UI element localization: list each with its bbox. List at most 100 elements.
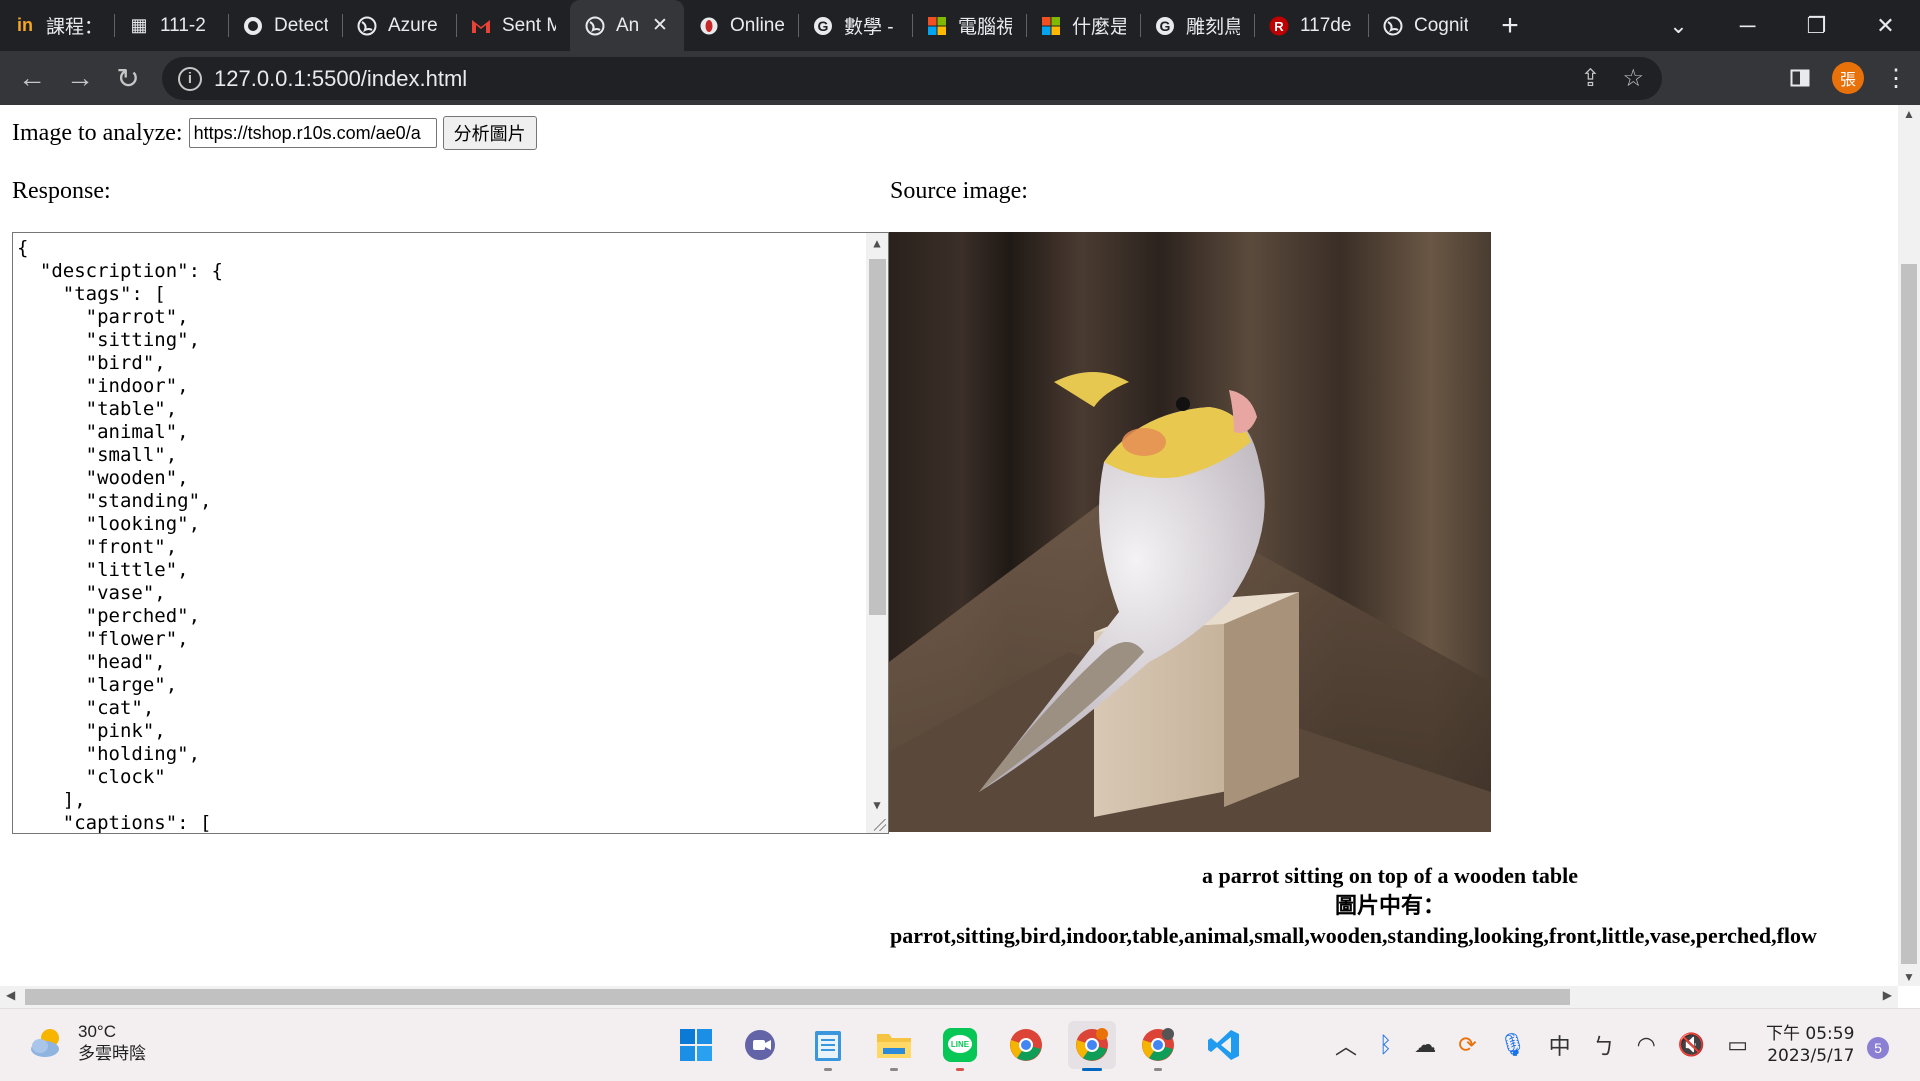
tab-label: Detect [274, 14, 328, 36]
tab-online[interactable]: Online [684, 0, 798, 51]
page-horizontal-scrollbar[interactable]: ◀ ▶ [0, 986, 1898, 1008]
notepad-app[interactable] [804, 1021, 852, 1071]
scroll-right-arrow-icon[interactable]: ▶ [1883, 988, 1892, 1002]
microphone-icon[interactable]: 🎙 [1499, 1033, 1527, 1058]
scroll-up-arrow-icon[interactable]: ▲ [866, 233, 888, 253]
in-logo-icon: in [17, 15, 33, 35]
tab-label: 什麼是 [1072, 17, 1126, 38]
svg-text:R: R [1274, 19, 1284, 34]
window-controls: ⌄ ─ ❐ ✕ [1644, 0, 1920, 51]
weather-description: 多雲時陰 [78, 1044, 146, 1063]
vscode-app[interactable] [1200, 1021, 1248, 1069]
scroll-left-arrow-icon[interactable]: ◀ [6, 988, 15, 1002]
chrome-app[interactable] [1002, 1021, 1050, 1069]
address-bar[interactable]: i 127.0.0.1:5500/index.html ⇪ ☆ [162, 57, 1662, 100]
menu-kebab-icon[interactable]: ⋮ [1872, 51, 1920, 105]
bookmark-star-icon[interactable]: ☆ [1622, 64, 1644, 93]
textarea-scroll-thumb[interactable] [869, 259, 886, 615]
ime-mode-indicator[interactable]: ㄅ [1593, 1029, 1615, 1061]
chrome-app-active[interactable] [1068, 1021, 1116, 1071]
pattern-icon: ▦ [130, 15, 148, 35]
github-icon [242, 15, 264, 37]
side-panel-icon[interactable] [1776, 51, 1824, 105]
tab-carved-bird[interactable]: G 雕刻鳥 [1140, 0, 1254, 51]
notepad-icon [815, 1031, 841, 1061]
sync-icon[interactable]: ⟳ [1458, 1033, 1476, 1058]
google-icon: G [812, 15, 834, 37]
tab-gmail[interactable]: Sent M [456, 0, 570, 51]
image-url-input[interactable] [188, 118, 437, 148]
source-image-label: Source image: [890, 178, 1028, 204]
profile-avatar[interactable]: 張 [1832, 62, 1864, 94]
gmail-icon [470, 15, 492, 37]
scroll-up-arrow-icon[interactable]: ▲ [1898, 107, 1920, 121]
tab-111-2[interactable]: ▦ 111-2 [114, 0, 228, 51]
tab-computer-vision[interactable]: 電腦視 [912, 0, 1026, 51]
tab-label: 111-2 [160, 14, 206, 36]
r-logo-icon: R [1268, 15, 1290, 37]
scroll-down-arrow-icon[interactable]: ▼ [866, 795, 888, 815]
globe-icon [356, 15, 378, 37]
horizontal-scroll-thumb[interactable] [25, 989, 1570, 1005]
forward-arrow-icon[interactable]: → [56, 54, 104, 102]
notification-badge[interactable]: 5 [1867, 1037, 1889, 1059]
tab-what-is[interactable]: 什麼是 [1026, 0, 1140, 51]
tab-117de[interactable]: R 117de [1254, 0, 1368, 51]
textarea-scrollbar[interactable]: ▲ ▼ [866, 233, 888, 833]
new-tab-button[interactable]: + [1482, 0, 1538, 51]
tab-cognitive[interactable]: Cognit [1368, 0, 1482, 51]
minimize-icon[interactable]: ─ [1713, 0, 1782, 51]
muted-speaker-icon[interactable]: 🔇 [1678, 1033, 1705, 1058]
weather-widget[interactable]: 30°C 多雲時陰 [28, 1021, 146, 1065]
page-scroll-thumb[interactable] [1901, 264, 1917, 964]
show-hidden-icons-chevron-icon[interactable]: ︿ [1335, 1029, 1357, 1061]
line-app[interactable]: LINE [936, 1021, 984, 1071]
chrome-icon [1010, 1029, 1042, 1061]
bluetooth-icon[interactable]: ᛒ [1379, 1033, 1392, 1058]
tab-label: 電腦視 [958, 17, 1012, 38]
start-button[interactable] [672, 1021, 720, 1069]
onedrive-cloud-icon[interactable]: ☁ [1414, 1033, 1436, 1058]
resize-grip-icon[interactable] [874, 819, 886, 831]
svg-text:G: G [818, 18, 829, 34]
microsoft-icon [1040, 15, 1062, 37]
teams-chat-app[interactable] [738, 1021, 786, 1069]
tags-list: parrot,sitting,bird,indoor,table,animal,… [890, 923, 1817, 948]
close-window-icon[interactable]: ✕ [1851, 0, 1920, 51]
weather-temperature: 30°C [78, 1022, 116, 1041]
restore-icon[interactable]: ❐ [1782, 0, 1851, 51]
caption-text: a parrot sitting on top of a wooden tabl… [1201, 863, 1579, 888]
response-textarea[interactable]: { "description": { "tags": [ "parrot", "… [12, 232, 889, 834]
battery-icon[interactable]: ▭ [1727, 1033, 1748, 1058]
response-label: Response: [12, 178, 111, 204]
chrome-profile-app[interactable] [1134, 1021, 1182, 1071]
back-arrow-icon[interactable]: ← [8, 54, 56, 102]
page-vertical-scrollbar[interactable]: ▲ ▼ [1898, 105, 1920, 986]
ime-language-indicator[interactable]: 中 [1549, 1029, 1571, 1061]
tab-label: 117de [1300, 14, 1352, 36]
url-text[interactable]: 127.0.0.1:5500/index.html [214, 66, 467, 92]
info-icon[interactable]: i [178, 66, 202, 91]
tab-math[interactable]: G 數學 - [798, 0, 912, 51]
globe-icon [584, 15, 606, 37]
wifi-icon[interactable]: ◠ [1637, 1033, 1656, 1058]
reload-icon[interactable]: ↻ [104, 54, 152, 102]
tab-courses[interactable]: in 課程： [0, 0, 114, 51]
tab-label: Azure [388, 14, 438, 36]
cloudy-weather-icon [28, 1024, 66, 1062]
file-explorer-app[interactable] [870, 1021, 918, 1071]
close-icon[interactable]: ✕ [650, 14, 670, 37]
tab-active-analyze[interactable]: An ✕ [570, 0, 684, 51]
tab-detect[interactable]: Detect [228, 0, 342, 51]
folder-icon [877, 1034, 911, 1058]
system-clock[interactable]: 下午 05:59 2023/5/17 [1766, 1023, 1854, 1067]
running-indicator [1082, 1068, 1102, 1071]
tab-label: Cognit [1414, 14, 1468, 36]
tab-search-icon[interactable]: ⌄ [1644, 0, 1713, 51]
analyze-image-button[interactable]: 分析圖片 [442, 116, 537, 150]
scroll-down-arrow-icon[interactable]: ▼ [1898, 970, 1920, 984]
tab-azure[interactable]: Azure [342, 0, 456, 51]
share-icon[interactable]: ⇪ [1580, 64, 1600, 93]
windows-logo-icon [680, 1029, 712, 1061]
svg-text:LINE: LINE [951, 1040, 970, 1049]
